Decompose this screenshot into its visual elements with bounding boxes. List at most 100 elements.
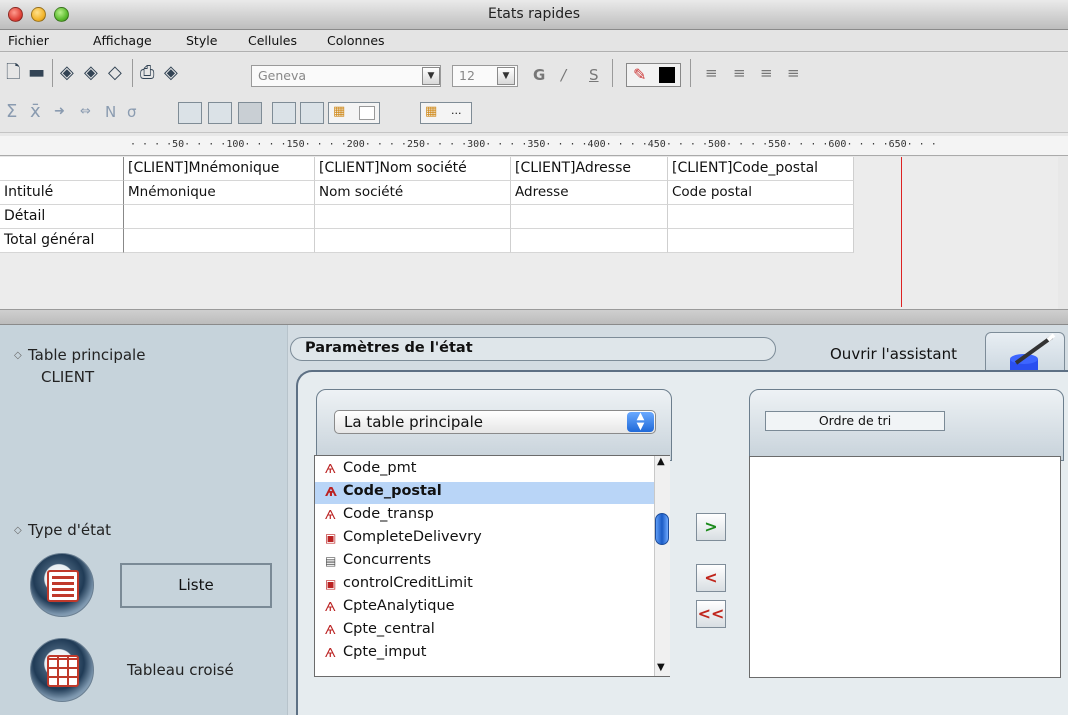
column-header[interactable]: [CLIENT]Code_postal <box>668 157 854 181</box>
background-color-picker[interactable]: ▦ <box>328 102 380 124</box>
database-icon[interactable]: ◈ <box>60 63 74 83</box>
insert-column-right-icon[interactable] <box>300 102 324 124</box>
crosstab-report-label[interactable]: Tableau croisé <box>127 661 234 679</box>
align-justify-icon[interactable]: ≡ <box>787 64 800 82</box>
list-item[interactable]: ▣ CompleteDelivevry <box>315 528 655 550</box>
column-header[interactable]: [CLIENT]Adresse <box>511 157 668 181</box>
grid-cell[interactable] <box>511 205 668 229</box>
list-item[interactable]: Ѧ Code_transp <box>315 505 655 527</box>
remove-sort-field-button[interactable]: < <box>696 564 726 592</box>
italic-button[interactable]: / <box>561 66 566 84</box>
grid-cell[interactable] <box>668 205 854 229</box>
fill-bucket-icon: ▦ <box>333 104 346 119</box>
scrollbar-thumb[interactable] <box>655 513 669 545</box>
table-layout-icon[interactable] <box>208 102 232 124</box>
report-settings-pane: ◇ Table principale CLIENT ◇ Type d'état … <box>0 325 1068 715</box>
grid-cell[interactable]: Mnémonique <box>124 181 315 205</box>
open-wizard-label[interactable]: Ouvrir l'assistant <box>830 345 957 363</box>
align-right-icon[interactable]: ≡ <box>760 64 773 82</box>
grid-cell[interactable] <box>315 205 511 229</box>
pane-splitter[interactable] <box>0 309 1068 325</box>
crosstab-report-button[interactable] <box>30 638 94 702</box>
title-bar: Etats rapides <box>0 0 1068 30</box>
toolbar-main: 🗋 ▬ ◈ ◈ ◇ ⎙ ◈ Geneva ▼ 12 ▼ G / S ✎ ≡ ≡ … <box>0 53 1068 93</box>
list-item[interactable]: Ѧ Cpte_imput <box>315 643 655 665</box>
grid-cell[interactable]: Code postal <box>668 181 854 205</box>
table-select-value: La table principale <box>344 413 483 431</box>
database-export-icon[interactable]: ◇ <box>108 63 122 83</box>
list-item[interactable]: Ѧ CpteAnalytique <box>315 597 655 619</box>
grid-cell[interactable] <box>668 229 854 253</box>
open-folder-icon[interactable]: ▬ <box>28 63 45 83</box>
max-icon[interactable]: ⇔ <box>80 102 91 122</box>
count-icon[interactable]: N <box>105 102 116 122</box>
list-item-selected[interactable]: Ѧ Code_postal <box>315 482 655 504</box>
column-layout-icon[interactable] <box>178 102 202 124</box>
sum-icon[interactable]: Σ <box>6 102 17 122</box>
field-list-scrollbar[interactable]: ▲ ▼ <box>654 456 670 676</box>
row-label-intitule[interactable]: Intitulé <box>0 181 124 205</box>
list-item[interactable]: Ѧ Code_pmt <box>315 459 655 481</box>
sort-order-list[interactable] <box>749 456 1061 678</box>
list-item[interactable]: Ѧ Cpte_central <box>315 620 655 642</box>
report-parameters-header: Paramètres de l'état <box>290 337 776 361</box>
std-deviation-icon[interactable]: σ <box>127 102 137 122</box>
field-list[interactable]: Ѧ Code_pmt Ѧ Code_postal Ѧ Code_transp ▣… <box>314 455 670 677</box>
font-name-dropdown-button[interactable]: ▼ <box>422 67 440 85</box>
align-center-icon[interactable]: ≡ <box>733 64 746 82</box>
new-document-icon[interactable]: 🗋 <box>6 63 20 83</box>
underline-button[interactable]: S <box>589 66 599 84</box>
column-header[interactable]: [CLIENT]Mnémonique <box>124 157 315 181</box>
ruler-scale: · · · ·50· · · ·100· · · ·150· · · ·200·… <box>130 139 937 150</box>
text-field-icon: Ѧ <box>325 600 336 614</box>
column-header[interactable]: [CLIENT]Nom société <box>315 157 511 181</box>
grid-cell[interactable] <box>124 205 315 229</box>
diamond-bullet-icon: ◇ <box>14 525 22 536</box>
insert-column-left-icon[interactable] <box>272 102 296 124</box>
grid-layout-icon[interactable] <box>238 102 262 124</box>
grid-cell[interactable] <box>511 229 668 253</box>
fill-more-label: ... <box>451 104 462 117</box>
page-width-marker[interactable] <box>901 157 902 307</box>
font-size-dropdown-button[interactable]: ▼ <box>497 67 515 85</box>
print-preview-icon[interactable]: ⎙ <box>140 63 154 83</box>
horizontal-ruler: · · · ·50· · · ·100· · · ·150· · · ·200·… <box>0 136 1068 156</box>
min-icon[interactable]: ➜ <box>54 102 65 122</box>
main-table-label[interactable]: Table principale <box>28 346 145 364</box>
diamond-bullet-icon: ◇ <box>14 350 22 361</box>
remove-all-sort-fields-button[interactable]: << <box>696 600 726 628</box>
toolbar-separator <box>612 59 613 87</box>
bold-button[interactable]: G <box>533 66 545 84</box>
add-sort-field-button[interactable]: > <box>696 513 726 541</box>
table-select[interactable]: La table principale <box>334 410 656 434</box>
list-item[interactable]: ▤ Concurrents <box>315 551 655 573</box>
grid-cell[interactable]: Adresse <box>511 181 668 205</box>
menu-colonnes[interactable]: Colonnes <box>327 33 385 48</box>
menu-style[interactable]: Style <box>186 33 217 48</box>
background-pattern-picker[interactable]: ▦ ... <box>420 102 472 124</box>
row-label-total[interactable]: Total général <box>0 229 124 253</box>
text-field-icon: Ѧ <box>325 508 336 522</box>
select-arrows-icon[interactable]: ▲ ▼ <box>627 412 654 432</box>
average-icon[interactable]: x̄ <box>30 102 41 122</box>
row-label-detail[interactable]: Détail <box>0 205 124 229</box>
menu-cellules[interactable]: Cellules <box>248 33 297 48</box>
sort-order-label: Ordre de tri <box>765 411 945 431</box>
scroll-down-icon[interactable]: ▼ <box>657 662 665 673</box>
text-color-picker[interactable]: ✎ <box>626 63 681 87</box>
report-parameters-title: Paramètres de l'état <box>305 340 473 356</box>
print-icon[interactable]: ◈ <box>164 63 178 83</box>
database-save-icon[interactable]: ◈ <box>84 63 98 83</box>
scroll-up-icon[interactable]: ▲ <box>657 456 665 467</box>
grid-cell[interactable] <box>315 229 511 253</box>
align-left-icon[interactable]: ≡ <box>705 64 718 82</box>
toolbar-separator <box>52 59 53 87</box>
menu-affichage[interactable]: Affichage <box>93 33 152 48</box>
font-name-select[interactable]: Geneva <box>251 65 441 87</box>
menu-fichier[interactable]: Fichier <box>8 33 49 48</box>
list-item[interactable]: ▣ controlCreditLimit <box>315 574 655 596</box>
grid-cell[interactable] <box>124 229 315 253</box>
grid-cell[interactable]: Nom société <box>315 181 511 205</box>
list-report-button[interactable] <box>30 553 94 617</box>
list-report-option[interactable]: Liste <box>120 563 272 608</box>
